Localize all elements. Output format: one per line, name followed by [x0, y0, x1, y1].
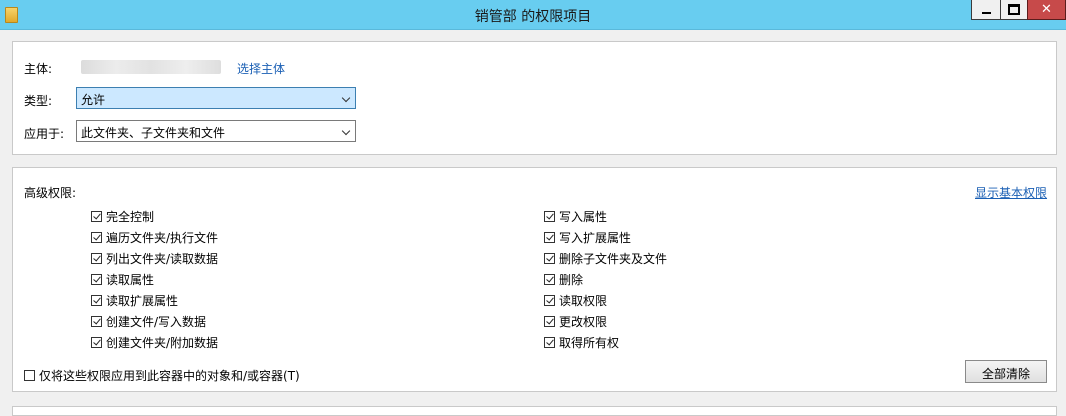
type-select-value: 允许: [81, 93, 106, 107]
permission-checkbox[interactable]: [544, 273, 555, 285]
clear-all-button[interactable]: 全部清除: [965, 360, 1047, 383]
permission-item[interactable]: 读取扩展属性: [91, 292, 178, 308]
minimize-button[interactable]: [971, 0, 1001, 20]
permission-checkbox[interactable]: [544, 336, 555, 348]
close-button[interactable]: ✕: [1027, 0, 1066, 20]
permission-checkbox[interactable]: [91, 336, 102, 348]
applies-to-label: 应用于:: [24, 127, 65, 141]
permission-checkbox[interactable]: [544, 210, 555, 222]
close-icon: ✕: [1041, 2, 1052, 17]
apply-only-label: 仅将这些权限应用到此容器中的对象和/或容器(T): [39, 368, 300, 383]
maximize-button[interactable]: [1000, 0, 1028, 20]
permission-item[interactable]: 更改权限: [544, 313, 607, 329]
permission-checkbox[interactable]: [544, 294, 555, 306]
applies-to-select[interactable]: 此文件夹、子文件夹和文件: [76, 120, 356, 142]
advanced-permissions-panel: 高级权限: 显示基本权限 完全控制遍历文件夹/执行文件 列出文件夹/读取数据 读取属…: [12, 167, 1057, 392]
chevron-down-icon: [341, 126, 351, 136]
type-label: 类型:: [24, 94, 53, 108]
permission-label: 列出文件夹/读取数据: [106, 251, 219, 266]
permission-checkbox[interactable]: [91, 294, 102, 306]
title-bar: 销管部 的权限项目 ✕: [0, 0, 1066, 30]
permission-checkbox[interactable]: [91, 252, 102, 264]
permission-label: 写入扩展属性: [559, 230, 632, 245]
permission-label: 读取属性: [106, 272, 155, 287]
type-select[interactable]: 允许: [76, 87, 356, 109]
permission-label: 删除: [559, 272, 584, 287]
permission-item[interactable]: 取得所有权: [544, 334, 619, 350]
permission-item[interactable]: 完全控制: [91, 208, 154, 224]
applies-to-select-value: 此文件夹、子文件夹和文件: [81, 126, 226, 140]
permission-label: 创建文件/写入数据: [106, 314, 207, 329]
permission-label: 读取权限: [559, 293, 608, 308]
principal-label: 主体:: [24, 62, 53, 76]
window-title: 销管部 的权限项目: [474, 9, 592, 25]
permission-label: 取得所有权: [559, 335, 620, 350]
permission-label: 删除子文件夹及文件: [559, 251, 668, 266]
permission-checkbox[interactable]: [91, 273, 102, 285]
permission-label: 更改权限: [559, 314, 608, 329]
permission-checkbox[interactable]: [91, 315, 102, 327]
permission-item[interactable]: 创建文件夹/附加数据: [91, 334, 218, 350]
maximize-icon: [1008, 4, 1020, 15]
permission-label: 遍历文件夹/执行文件: [106, 230, 219, 245]
permission-checkbox[interactable]: [91, 231, 102, 243]
permission-checkbox[interactable]: [544, 252, 555, 264]
permission-label: 写入属性: [559, 209, 608, 224]
lower-panel: [12, 406, 1057, 416]
permission-item[interactable]: 写入扩展属性: [544, 229, 631, 245]
permission-item[interactable]: 写入属性: [544, 208, 607, 224]
minimize-icon: [981, 11, 991, 14]
permission-checkbox[interactable]: [544, 231, 555, 243]
principal-name-redacted: [81, 60, 221, 74]
permission-item[interactable]: 遍历文件夹/执行文件: [91, 229, 218, 245]
apply-only-to-container-option[interactable]: 仅将这些权限应用到此容器中的对象和/或容器(T): [24, 367, 300, 383]
permission-item[interactable]: 删除子文件夹及文件: [544, 250, 667, 266]
advanced-permissions-title: 高级权限:: [24, 186, 77, 200]
permission-item[interactable]: 列出文件夹/读取数据: [91, 250, 218, 266]
permission-label: 完全控制: [106, 209, 155, 224]
permission-label: 创建文件夹/附加数据: [106, 335, 219, 350]
permission-checkbox[interactable]: [544, 315, 555, 327]
permission-item[interactable]: 读取权限: [544, 292, 607, 308]
permission-item[interactable]: 创建文件/写入数据: [91, 313, 206, 329]
permission-checkbox[interactable]: [91, 210, 102, 222]
permission-item[interactable]: 删除: [544, 271, 583, 287]
show-basic-permissions-link[interactable]: 显示基本权限: [975, 184, 1047, 201]
chevron-down-icon: [341, 93, 351, 103]
select-principal-link[interactable]: 选择主体: [237, 60, 285, 77]
apply-only-checkbox[interactable]: [24, 369, 35, 381]
principal-panel: 主体: 选择主体 类型: 允许 应用于: 此文件夹、子文件夹和文件: [12, 41, 1057, 155]
permission-item[interactable]: 读取属性: [91, 271, 154, 287]
permission-label: 读取扩展属性: [106, 293, 179, 308]
